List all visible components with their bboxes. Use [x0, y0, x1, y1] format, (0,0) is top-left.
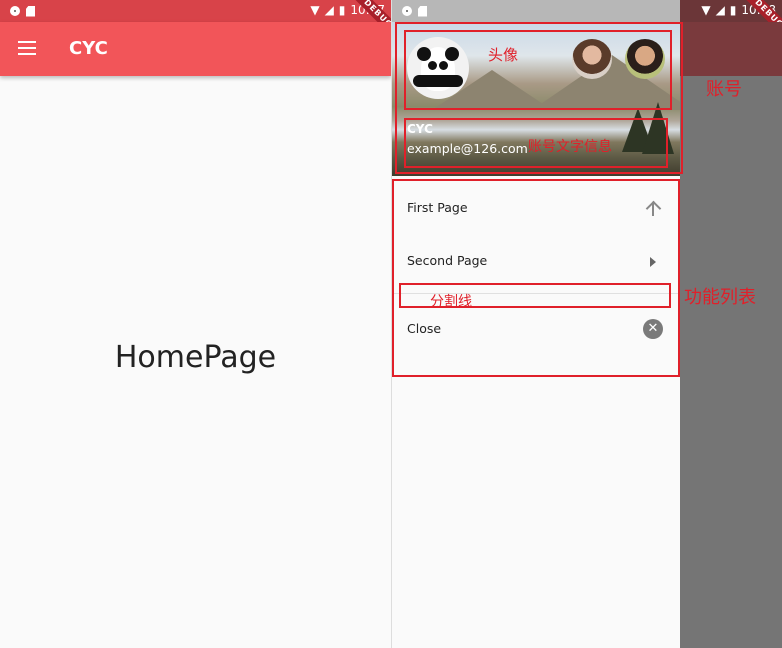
home-page-text: HomePage: [114, 340, 277, 375]
record-icon: [10, 6, 20, 16]
annotation-label-account-info: 账号文字信息: [528, 139, 612, 155]
menu-icon[interactable]: [18, 41, 36, 55]
app-title: CYC: [69, 38, 108, 59]
status-bar: ▼ ◢ ▮ 10:57 DEBUG: [0, 0, 391, 43]
annotation-box-feature-list: [392, 179, 680, 377]
scrim-app-bar[interactable]: [680, 22, 782, 76]
battery-icon: ▮: [338, 3, 346, 17]
annotation-label-avatar: 头像: [488, 46, 519, 64]
annotation-label-feature-list: 功能列表: [684, 287, 756, 308]
sd-card-icon: [26, 5, 35, 17]
home-screen: ▼ ◢ ▮ 10:57 DEBUG CYC HomePage: [0, 0, 391, 648]
drawer-status-bar: [392, 0, 680, 22]
record-icon: [402, 6, 412, 16]
annotation-label-divider: 分割线: [430, 294, 472, 310]
annotation-box-avatar: [404, 30, 672, 110]
scrim-status-bar: ▼ ◢ ▮ 10:58 DEBUG: [680, 0, 782, 43]
wifi-icon: ▼: [310, 3, 320, 17]
wifi-icon: ▼: [701, 3, 711, 17]
sd-card-icon: [418, 5, 427, 17]
signal-icon: ◢: [715, 3, 725, 17]
signal-icon: ◢: [324, 3, 334, 17]
app-bar: CYC: [0, 22, 391, 76]
annotation-label-account: 账号: [706, 79, 742, 100]
battery-icon: ▮: [729, 3, 737, 17]
